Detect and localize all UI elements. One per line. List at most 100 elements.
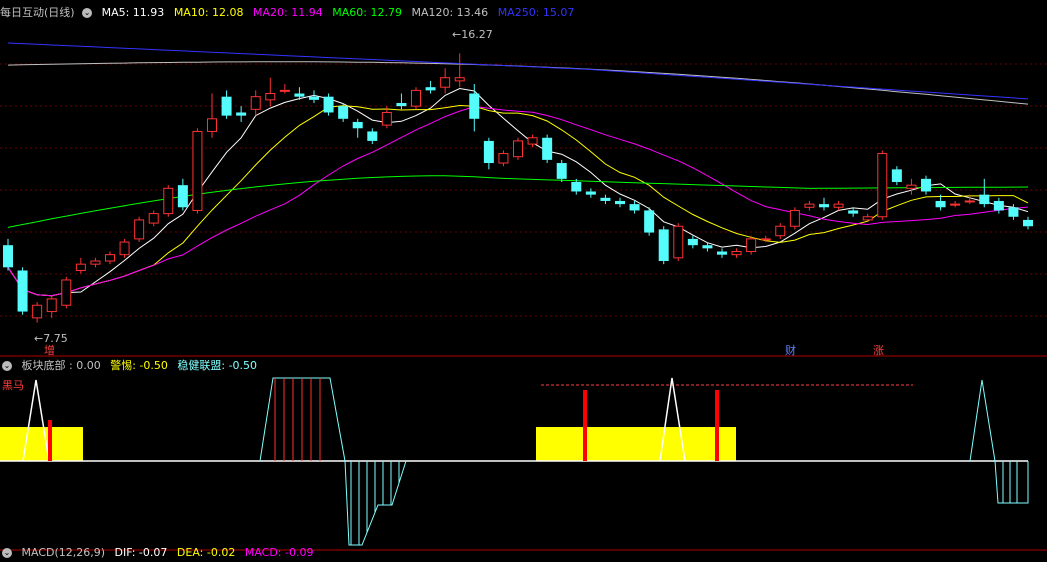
candle-body [731, 251, 742, 256]
candle-body [105, 254, 115, 262]
sub-panel-header: ⌄ 板块底部 : 0.00 警惕: -0.50 稳健联盟: -0.50 [0, 357, 263, 375]
candle-body [119, 241, 130, 256]
candle-body [935, 200, 946, 208]
candle-body [148, 213, 159, 224]
high-value: 16.27 [461, 28, 493, 41]
candle-body [571, 182, 582, 192]
candle-body [673, 225, 684, 259]
candle-body [891, 169, 902, 182]
candle-body [513, 140, 523, 158]
ma10-line [7, 104, 1029, 297]
candle-body [950, 203, 961, 206]
candle-body [250, 96, 261, 110]
signal-block [0, 427, 83, 461]
sub-negative [994, 460, 1029, 504]
candle-body [338, 106, 349, 119]
chart-canvas [0, 42, 1047, 551]
ma5-line [7, 87, 1029, 297]
candle-body [877, 153, 888, 218]
candle-body [629, 204, 640, 211]
ma250-line [7, 42, 1029, 100]
signal-bar [715, 390, 719, 461]
ma250-label: MA250: 15.07 [497, 6, 575, 19]
candle-body [411, 89, 421, 107]
candle-body [527, 137, 538, 145]
candle-body [425, 87, 436, 91]
candle-body [921, 178, 931, 192]
high-marker: ←16.27 [452, 28, 493, 41]
candle-body [236, 112, 247, 116]
candle-body [396, 103, 407, 107]
candle-body [993, 200, 1004, 211]
sub-item-1: 警惕: -0.50 [110, 359, 168, 372]
candle-body [585, 191, 596, 195]
settings-circle-icon[interactable]: ⌄ [2, 548, 12, 558]
candle-body [615, 200, 625, 205]
candle-body [17, 270, 28, 312]
candle-body [454, 77, 465, 82]
candle-body [848, 210, 859, 214]
sub-item-0: : 0.00 [69, 359, 101, 372]
ma60-label: MA60: 12.79 [332, 6, 402, 19]
candle-body [1008, 207, 1019, 217]
candle-body [381, 111, 392, 126]
event-tag-cai[interactable]: 财 [785, 342, 796, 358]
candle-body [75, 263, 86, 271]
candle-body [964, 200, 975, 203]
candle-body [221, 96, 232, 116]
event-tag-zeng[interactable]: 增 [44, 342, 55, 358]
candle-body [862, 216, 873, 221]
candle-body [804, 203, 815, 208]
candle-body [556, 163, 567, 179]
candle-body [192, 130, 203, 211]
candle-body [134, 219, 145, 240]
dif-label: DIF: -0.07 [114, 546, 168, 559]
signal-bar [48, 420, 52, 461]
signal-spike [969, 379, 996, 462]
candle-body [46, 298, 57, 313]
main-panel-header: 每日互动(日线) ⌄ MA5: 11.93 MA10: 12.08 MA20: … [0, 4, 580, 22]
candle-body [906, 184, 917, 189]
candle-body [90, 260, 101, 265]
ma20-line [7, 106, 1029, 297]
candle-body [309, 96, 319, 100]
ma5-label: MA5: 11.93 [101, 6, 165, 19]
candle-body [819, 204, 829, 208]
candle-body [658, 229, 669, 261]
settings-circle-icon[interactable]: ⌄ [2, 361, 12, 371]
candle-body [279, 89, 290, 92]
candle-body [61, 279, 72, 306]
event-tag-zhang[interactable]: 涨 [873, 342, 884, 358]
candle-body [979, 194, 990, 205]
candle-body [469, 93, 480, 119]
macd-label: MACD: -0.09 [244, 546, 314, 559]
candle-body [163, 187, 174, 215]
candle-body [746, 238, 757, 253]
ma20-label: MA20: 11.94 [253, 6, 323, 19]
candle-body [440, 77, 451, 88]
candle-body [775, 225, 786, 237]
ma60-line [7, 175, 1029, 228]
ma120-line [7, 61, 1029, 105]
candle-body [498, 153, 509, 164]
candle-body [352, 121, 363, 129]
candle-body [32, 304, 43, 319]
candle-body [207, 118, 217, 132]
bottom-panel-header: ⌄ MACD(12,26,9) DIF: -0.07 DEA: -0.02 MA… [0, 544, 319, 562]
candle-body [367, 131, 378, 141]
candle-body [717, 251, 727, 255]
candle-body [265, 93, 276, 101]
macd-title: MACD(12,26,9) [21, 546, 106, 559]
candle-body [323, 96, 334, 113]
candle-body [687, 238, 698, 246]
candle-body [833, 203, 844, 208]
stock-title: 每日互动(日线) [0, 6, 75, 19]
signal-block [536, 427, 736, 461]
candle-body [1023, 219, 1033, 227]
candle-body [600, 197, 611, 201]
candle-body [177, 185, 188, 208]
candle-body [542, 137, 553, 160]
signal-bar [583, 390, 587, 461]
candle-body [789, 209, 800, 227]
settings-circle-icon[interactable]: ⌄ [82, 8, 93, 18]
